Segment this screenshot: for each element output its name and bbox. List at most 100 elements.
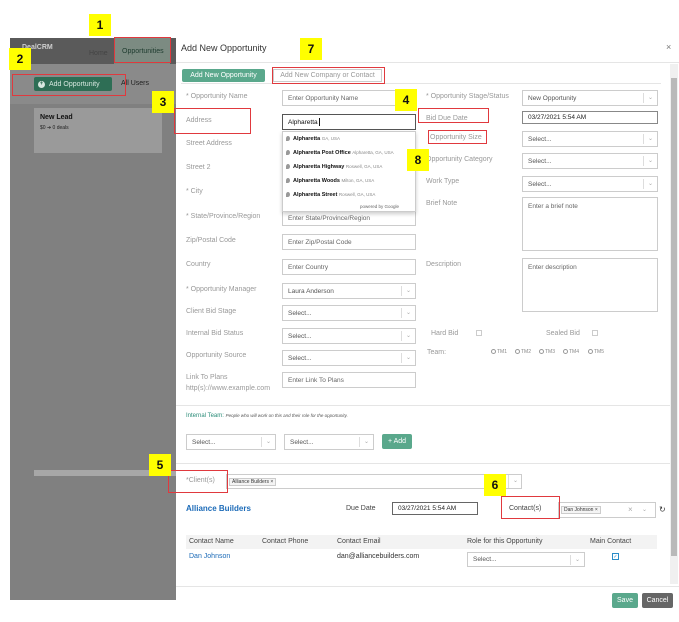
annotation-marker-1: 1 — [89, 14, 111, 36]
annotation-box-3 — [174, 108, 251, 134]
annotation-marker-2: 2 — [9, 48, 31, 70]
opportunity-source-select[interactable]: Select... ⌄ — [282, 350, 416, 366]
suggestion-item[interactable]: Alpharetta Post Office Alpharetta, GA, U… — [286, 150, 394, 156]
chevron-down-icon: ⌄ — [261, 437, 275, 447]
contacts-table-header — [186, 535, 657, 549]
client-company-link[interactable]: Alliance Builders — [186, 504, 251, 513]
street-address-label: Street Address — [186, 140, 232, 147]
suggestion-item[interactable]: Alpharetta Street Roswell, GA, USA — [286, 192, 375, 198]
add-team-member-button[interactable]: + Add — [382, 434, 412, 449]
chevron-down-icon: ⌄ — [643, 156, 657, 166]
col-contact-name: Contact Name — [189, 538, 234, 545]
location-pin-icon — [286, 136, 290, 142]
tab-home[interactable]: Home — [89, 50, 108, 57]
col-main-contact: Main Contact — [590, 538, 632, 545]
sealed-bid-checkbox[interactable] — [592, 330, 598, 336]
location-pin-icon — [286, 192, 290, 198]
lane-title: New Lead — [40, 114, 73, 121]
zip-label: Zip/Postal Code — [186, 237, 236, 244]
annotation-box-8 — [428, 130, 487, 144]
tab-add-new-opportunity[interactable]: Add New Opportunity — [182, 69, 265, 82]
client-bid-stage-select[interactable]: Select... ⌄ — [282, 305, 416, 321]
chevron-down-icon: ⌄ — [570, 555, 584, 565]
client-bid-stage-label: Client Bid Stage — [186, 308, 237, 315]
chevron-down-icon: ⌄ — [359, 437, 373, 447]
client-tag: Alliance Builders × — [229, 478, 277, 486]
main-contact-checkbox[interactable]: ✓ — [612, 553, 619, 560]
bid-due-date-input[interactable]: 03/27/2021 5:54 AM — [522, 111, 658, 124]
refresh-icon[interactable]: ↻ — [659, 505, 666, 514]
chevron-down-icon: ⌄ — [401, 286, 415, 296]
chevron-down-icon: ⌄ — [401, 308, 415, 318]
link-to-plans-label: Link To Plans — [186, 374, 228, 381]
opportunity-category-label: Opportunity Category — [426, 156, 493, 163]
footer-divider — [176, 586, 679, 587]
chevron-down-icon: ⌄ — [643, 179, 657, 189]
remove-tag-icon[interactable]: × — [595, 507, 598, 513]
powered-by-google: powered by Google — [360, 204, 400, 209]
state-label: * State/Province/Region — [186, 213, 261, 220]
address-input[interactable]: Alpharetta — [282, 114, 416, 130]
contact-role-select[interactable]: Select... ⌄ — [467, 552, 585, 567]
country-label: Country — [186, 261, 211, 268]
team-radio-tm5[interactable]: TM5 — [588, 349, 604, 355]
save-button[interactable]: Save — [612, 593, 638, 608]
annotation-marker-6: 6 — [484, 474, 506, 496]
opportunity-source-label: Opportunity Source — [186, 352, 247, 359]
brief-note-textarea[interactable]: Enter a brief note — [522, 197, 658, 251]
opportunity-name-label: * Opportunity Name — [186, 93, 248, 100]
annotation-marker-5: 5 — [149, 454, 171, 476]
annotation-box-6 — [501, 496, 560, 519]
team-radio-tm3[interactable]: TM3 — [539, 349, 555, 355]
zip-input[interactable]: Enter Zip/Postal Code — [282, 234, 416, 250]
close-icon[interactable]: × — [666, 42, 671, 52]
chevron-down-icon: ⌄ — [643, 134, 657, 144]
suggestion-item[interactable]: Alpharetta Highway Roswell, GA, USA — [286, 164, 382, 170]
clear-icon[interactable]: × — [628, 505, 633, 514]
state-input[interactable]: Enter State/Province/Region — [282, 210, 416, 226]
address-autocomplete-dropdown — [282, 131, 416, 212]
city-label: * City — [186, 188, 203, 195]
brief-note-label: Brief Note — [426, 200, 458, 207]
stage-select[interactable]: New Opportunity ⌄ — [522, 90, 658, 106]
chevron-down-icon: ⌄ — [508, 475, 522, 488]
description-textarea[interactable]: Enter description — [522, 258, 658, 312]
description-label: Description — [426, 261, 462, 268]
text-cursor — [318, 118, 320, 126]
team-radio-tm4[interactable]: TM4 — [563, 349, 579, 355]
tab-divider — [181, 83, 661, 84]
work-type-select[interactable]: Select... ⌄ — [522, 176, 658, 192]
col-contact-email: Contact Email — [337, 538, 381, 545]
internal-team-role-select[interactable]: Select... ⌄ — [284, 434, 374, 450]
link-to-plans-input[interactable]: Enter Link To Plans — [282, 372, 416, 388]
team-label: Team: — [427, 349, 447, 356]
opportunity-size-select[interactable]: Select... ⌄ — [522, 131, 658, 147]
chevron-down-icon: ⌄ — [643, 93, 657, 103]
team-radio-tm2[interactable]: TM2 — [515, 349, 531, 355]
country-input[interactable]: Enter Country — [282, 259, 416, 275]
hard-bid-checkbox[interactable] — [476, 330, 482, 336]
manager-select[interactable]: Laura Anderson ⌄ — [282, 283, 416, 299]
section-divider — [176, 405, 670, 406]
pipeline-lane-new-lead[interactable]: New Lead $0 ➔ 0 deals — [34, 108, 162, 153]
clients-multiselect[interactable]: Alliance Builders × — [226, 474, 522, 489]
remove-tag-icon[interactable]: × — [270, 479, 273, 485]
col-contact-phone: Contact Phone — [262, 538, 309, 545]
suggestion-item[interactable]: Alpharetta GA, USA — [286, 136, 340, 142]
location-pin-icon — [286, 178, 290, 184]
hard-bid-label: Hard Bid — [431, 330, 459, 337]
cancel-button[interactable]: Cancel — [642, 593, 673, 608]
internal-bid-status-select[interactable]: Select... ⌄ — [282, 328, 416, 344]
client-due-date-input[interactable]: 03/27/2021 5:54 AM — [392, 502, 478, 515]
contact-tag: Dan Johnson × — [561, 506, 601, 514]
vertical-scrollbar-thumb[interactable] — [671, 78, 677, 556]
contact-name-link[interactable]: Dan Johnson — [189, 553, 230, 560]
opportunity-category-select[interactable]: Select... ⌄ — [522, 153, 658, 169]
chevron-down-icon: ⌄ — [401, 353, 415, 363]
team-radio-tm1[interactable]: TM1 — [491, 349, 507, 355]
modal-title: Add New Opportunity — [181, 43, 267, 53]
contact-email: dan@alliancebuilders.com — [337, 553, 420, 560]
internal-team-member-select[interactable]: Select... ⌄ — [186, 434, 276, 450]
chevron-down-icon: ⌄ — [401, 331, 415, 341]
suggestion-item[interactable]: Alpharetta Woods Milton, GA, USA — [286, 178, 374, 184]
